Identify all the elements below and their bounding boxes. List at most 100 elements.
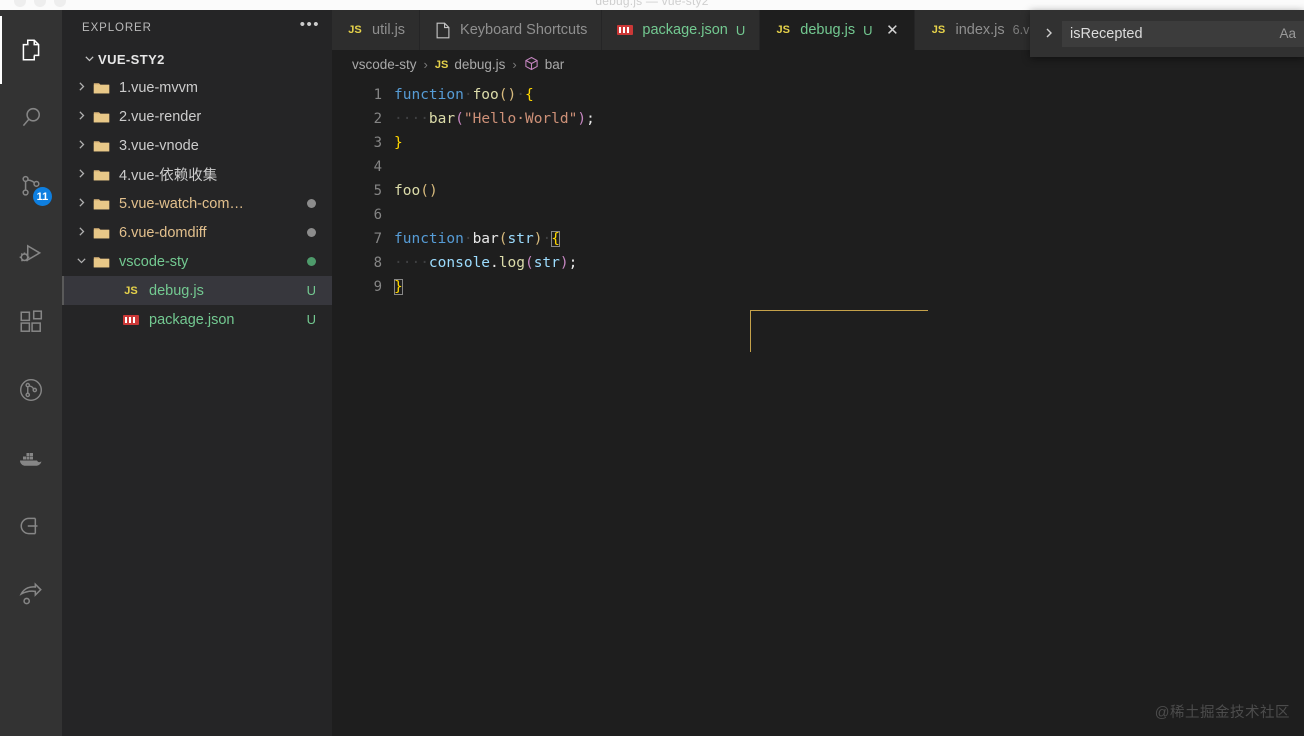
match-case-icon[interactable]: Aa [1273,26,1296,41]
line-number: 6 [332,203,394,227]
code-token: log [499,255,525,271]
tree-item-label: package.json [149,312,301,328]
sidebar-root-folder[interactable]: VUE-STY2 [62,45,332,73]
folder-change-dot [307,257,316,266]
tree-item-3.vue-vnode[interactable]: 3.vue-vnode [62,131,332,160]
code-line-text: foo() [394,179,438,203]
breadcrumb-item-vscode-sty[interactable]: vscode-sty [352,57,417,72]
code-token: foo [473,87,499,103]
activity-item-search[interactable] [0,84,62,152]
vscode-window: debug.js — vue-sty2 [0,0,1304,736]
chevron-right-icon [72,81,90,93]
code-editor[interactable]: 1function·foo()·{2····bar("Hello·World")… [332,79,1304,736]
folder-open-icon [90,255,112,269]
code-line-text: function·foo()·{ [394,83,534,107]
sidebar-title: EXPLORER [82,22,152,34]
folder-change-dot [307,199,316,208]
activity-bar: 11 [0,10,62,736]
folder-icon [90,168,112,182]
scope-guide-horizontal [750,310,928,311]
search-icon [18,105,44,131]
chevron-down-icon [80,52,98,64]
npm-file-icon [120,315,142,325]
code-token: · [516,87,525,103]
breadcrumb-separator: › [424,57,428,72]
line-number: 4 [332,155,394,179]
chevron-right-icon [72,197,90,209]
js-file-icon: JS [929,24,947,36]
file-tree[interactable]: 1.vue-mvvm 2.vue-render 3.vue-vnode 4.vue-依… [62,73,332,736]
code-line: 2····bar("Hello·World"); [332,107,1304,131]
js-file-icon: JS [346,24,364,36]
chevron-right-icon[interactable] [1038,26,1060,42]
sidebar-explorer: EXPLORER ••• VUE-STY2 1.vue-mvvm 2.vue-re… [62,10,332,736]
code-token: ; [586,111,595,127]
more-actions-icon[interactable]: ••• [300,20,320,36]
tree-item-package.json[interactable]: package.json U [62,305,332,334]
code-token: ) [577,111,586,127]
code-token: "Hello·World" [464,111,578,127]
activity-item-share[interactable] [0,560,62,628]
editor-group: JSutil.jsKeyboard Shortcutspackage.jsonU… [332,10,1304,736]
editor-tab-package.json[interactable]: package.jsonU [602,10,760,50]
page-file-icon [434,22,452,39]
tree-item-debug.js[interactable]: JSdebug.jsU [62,276,332,305]
code-line: 8····console.log(str); [332,251,1304,275]
activity-item-run-and-debug[interactable] [0,220,62,288]
tree-item-label: vscode-sty [119,254,301,270]
code-line: 5foo() [332,179,1304,203]
folder-change-dot [307,228,316,237]
js-file-icon: JS [435,59,448,71]
chevron-right-icon [72,139,90,151]
code-token: str [534,255,560,271]
tree-item-6.vue-domdiff[interactable]: 6.vue-domdiff [62,218,332,247]
code-token: · [464,87,473,103]
tree-item-4.vue--[interactable]: 4.vue-依赖收集 [62,160,332,189]
tree-item-label: 3.vue-vnode [119,138,316,154]
breadcrumb-item-bar[interactable]: bar [524,56,565,74]
code-token: } [394,135,403,151]
editor-tab-debug.js[interactable]: JSdebug.jsU✕ [760,10,915,50]
workbench: 11 [0,10,1304,736]
tab-label: index.js [955,22,1004,38]
tree-item-2.vue-render[interactable]: 2.vue-render [62,102,332,131]
tree-item-label: 1.vue-mvvm [119,80,316,96]
activity-item-docker[interactable] [0,424,62,492]
npm-file-icon [616,25,634,35]
files-icon [18,37,44,63]
activity-item-explorer[interactable] [0,16,62,84]
activity-item-gitlens[interactable] [0,356,62,424]
breadcrumb-item-debug.js[interactable]: JSdebug.js [435,57,506,72]
editor-tab-keyboard-shortcuts[interactable]: Keyboard Shortcuts [420,10,602,50]
folder-icon [90,81,112,95]
tab-git-status: U [863,23,872,38]
find-input[interactable]: isRecepted Aa [1062,21,1304,47]
code-token: { [525,87,534,103]
watermark: @稀土掘金技术社区 [1155,701,1290,722]
tab-close-icon[interactable]: ✕ [884,23,900,38]
tree-item-5.vue-watch-com-[interactable]: 5.vue-watch-com… [62,189,332,218]
find-widget[interactable]: isRecepted Aa [1030,10,1304,57]
code-token: ) [508,87,517,103]
bracket-match-highlight: { [551,231,560,247]
tree-item-1.vue-mvvm[interactable]: 1.vue-mvvm [62,73,332,102]
code-token: ( [420,183,429,199]
activity-item-source-control[interactable]: 11 [0,152,62,220]
editor-tab-util.js[interactable]: JSutil.js [332,10,420,50]
activity-item-remote-explorer[interactable] [0,492,62,560]
activity-item-extensions[interactable] [0,288,62,356]
line-number: 9 [332,275,394,299]
folder-icon [90,197,112,211]
code-token: · [542,231,551,247]
find-input-value: isRecepted [1070,26,1273,42]
tab-label: debug.js [800,22,855,38]
git-status-badge: U [307,312,316,327]
folder-icon [90,226,112,240]
code-line-text: } [394,275,403,299]
code-token: function [394,87,464,103]
tree-item-vscode-sty[interactable]: vscode-sty [62,247,332,276]
gitlens-icon [18,377,44,403]
line-number: 8 [332,251,394,275]
tab-git-status: U [736,23,745,38]
code-lines: 1function·foo()·{2····bar("Hello·World")… [332,79,1304,299]
